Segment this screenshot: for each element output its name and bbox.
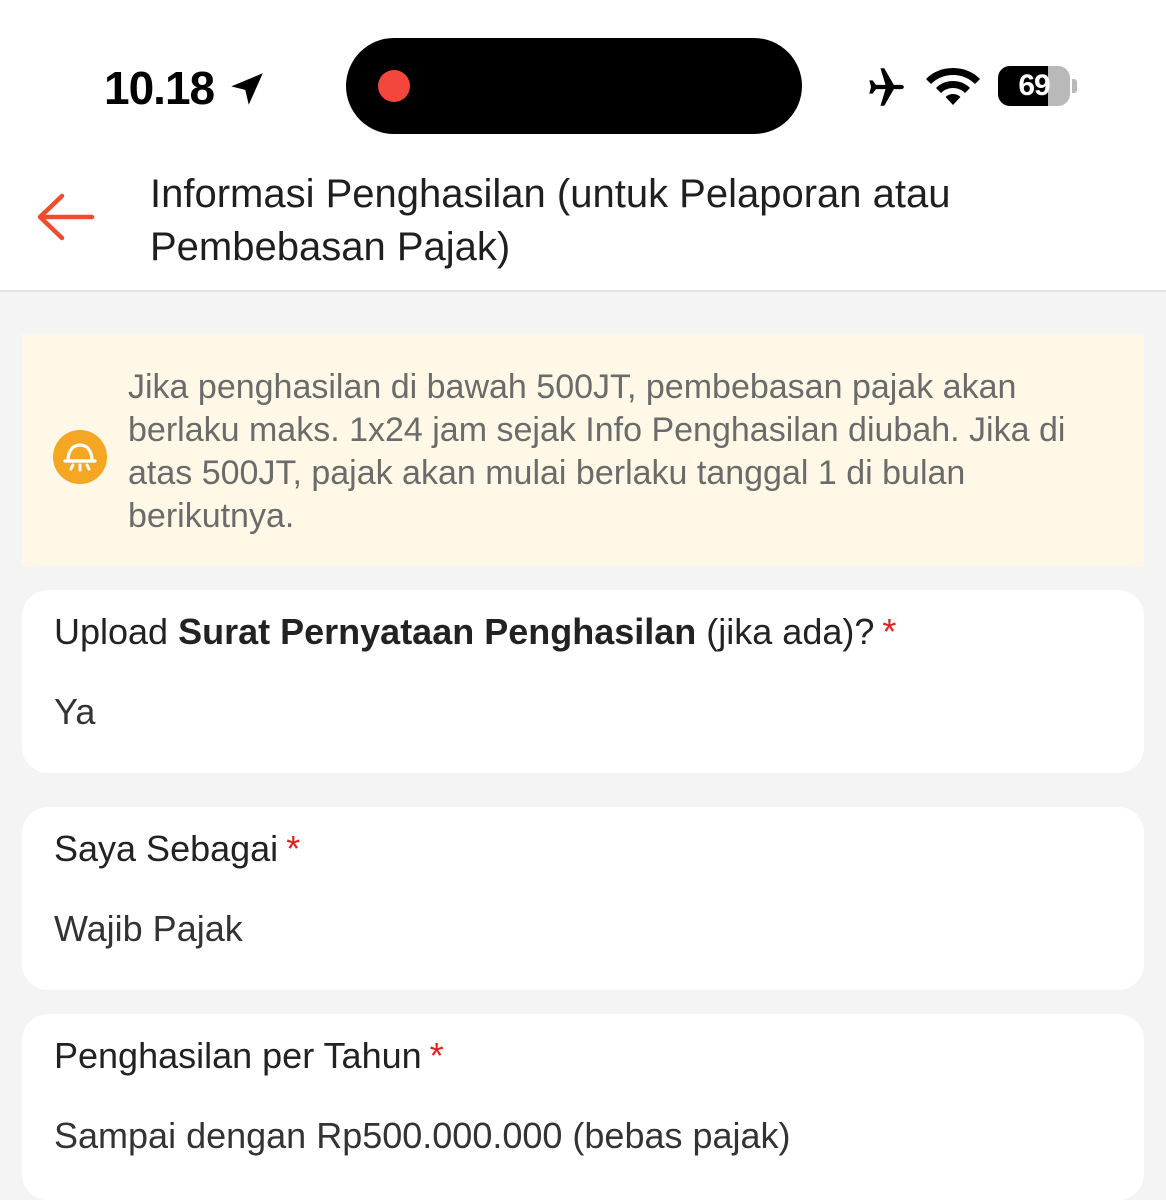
wifi-icon: [926, 68, 980, 105]
recording-dot-icon: [378, 70, 410, 102]
notice-text: Jika penghasilan di bawah 500JT, pembeba…: [128, 368, 1066, 535]
airplane-icon: [869, 68, 904, 106]
field-value: Ya: [54, 691, 96, 732]
bell-icon: [53, 430, 107, 484]
field-label: Saya Sebagai *: [54, 827, 300, 871]
battery-icon: 69: [998, 66, 1077, 106]
arrow-left-icon[interactable]: [34, 192, 96, 242]
field-label: Upload Surat Pernyataan Penghasilan (jik…: [54, 610, 896, 654]
status-time: 10.18: [104, 62, 215, 114]
info-notice-banner: Jika penghasilan di bawah 500JT, pembeba…: [22, 334, 1144, 566]
field-value: Wajib Pajak: [54, 908, 243, 949]
page-header: Informasi Penghasilan (untuk Pelaporan a…: [0, 150, 1166, 292]
label-bold: Surat Pernyataan Penghasilan: [178, 611, 697, 652]
required-mark: *: [429, 1035, 444, 1076]
label-text: Saya Sebagai: [54, 828, 279, 869]
label-text: Penghasilan per Tahun: [54, 1035, 422, 1076]
field-annual-income[interactable]: Penghasilan per Tahun * Sampai dengan Rp5…: [22, 1014, 1144, 1200]
required-mark: *: [286, 828, 301, 869]
label-suffix: (jika ada)?: [696, 611, 875, 652]
label-prefix: Upload: [54, 611, 179, 652]
dynamic-island: [346, 38, 802, 134]
location-arrow-icon: [231, 73, 263, 105]
field-value: Sampai dengan Rp500.000.000 (bebas pajak…: [54, 1115, 791, 1156]
field-label: Penghasilan per Tahun *: [54, 1034, 444, 1078]
status-bar: 10.18 69: [0, 0, 1166, 150]
required-mark: *: [882, 611, 897, 652]
field-taxpayer-role[interactable]: Saya Sebagai * Wajib Pajak: [22, 807, 1144, 990]
field-upload-income-statement[interactable]: Upload Surat Pernyataan Penghasilan (jik…: [22, 590, 1144, 773]
battery-percent: 69: [1018, 69, 1050, 102]
page-title: Informasi Penghasilan (untuk Pelaporan a…: [150, 172, 951, 269]
